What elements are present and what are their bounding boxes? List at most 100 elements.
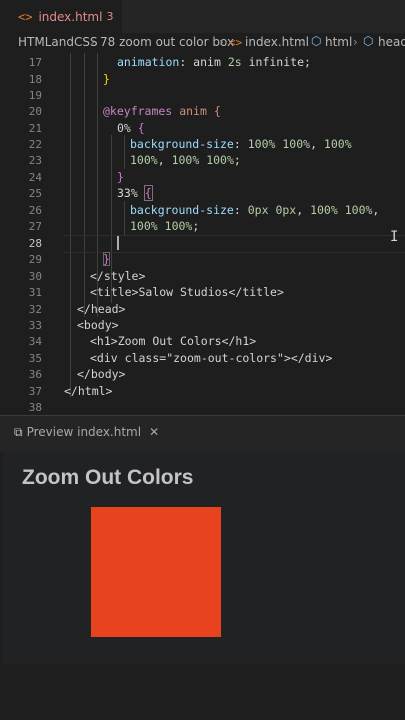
- current-line-highlight: [63, 235, 405, 253]
- line-number: 33: [28, 319, 42, 332]
- indent-guide: [84, 53, 85, 317]
- line-number: 36: [28, 368, 42, 381]
- tab-index-html[interactable]: <> index.html 3: [0, 0, 122, 33]
- css-brace: {: [137, 121, 145, 135]
- html-tag: </h1>: [221, 334, 257, 348]
- line-number: 37: [28, 385, 42, 398]
- line-number: 17: [28, 56, 42, 69]
- css-value: infinite: [248, 55, 304, 69]
- code-line-31: <title>Salow Studios</title>: [90, 285, 284, 299]
- code-line-24: }: [117, 170, 124, 184]
- code-line-33: <body>: [77, 318, 119, 332]
- breadcrumb: HTMLandCSS › 78 zoom out color box › <> …: [0, 33, 405, 53]
- css-value: 100%: [206, 153, 234, 167]
- preview-heading: Zoom Out Colors: [22, 466, 194, 489]
- editor-tab-bar: <> index.html 3: [0, 0, 405, 33]
- preview-icon: ⧉: [14, 425, 23, 439]
- code-line-23: 100%, 100% 100%;: [130, 153, 241, 167]
- css-selector: 33%: [117, 186, 138, 200]
- code-line-22: background-size: 100% 100%, 100%: [130, 137, 352, 151]
- css-property: background-size: [130, 137, 234, 151]
- line-number: 34: [28, 335, 42, 348]
- css-keyword: @keyframes: [103, 104, 173, 118]
- problem-count: 3: [106, 10, 114, 23]
- element-cube-icon: ⬡: [363, 34, 374, 48]
- css-value: 100%: [130, 153, 158, 167]
- html-tag: ></div>: [283, 351, 333, 365]
- css-value: 0px: [275, 203, 297, 217]
- line-number: 23: [28, 154, 42, 167]
- breadcrumb-file[interactable]: index.html: [245, 35, 309, 49]
- code-line-18: }: [103, 72, 110, 86]
- indent-guide: [124, 201, 125, 235]
- html-tag: <h1>: [90, 334, 118, 348]
- tab-filename: index.html: [38, 9, 103, 24]
- css-selector: 0%: [117, 121, 131, 135]
- line-number: 38: [28, 401, 42, 414]
- css-value: 100%: [130, 219, 158, 233]
- code-line-25: 33% {: [117, 185, 153, 201]
- line-number-active: 28: [28, 237, 42, 250]
- css-value: 100%: [344, 203, 373, 217]
- zoom-out-colors-box: [91, 507, 221, 637]
- line-number: 35: [28, 352, 42, 365]
- tab-preview[interactable]: ⧉ Preview index.html ✕: [14, 425, 159, 440]
- indent-guide: [70, 53, 71, 397]
- css-value: 100%: [164, 219, 193, 233]
- css-value: 100%: [310, 203, 338, 217]
- code-line-20: @keyframes anim {: [103, 104, 221, 118]
- css-property: background-size: [130, 203, 234, 217]
- html-tag: <div: [90, 351, 118, 365]
- code-line-29: }: [103, 252, 110, 266]
- line-number: 20: [28, 105, 42, 118]
- breadcrumb-separator: ›: [90, 35, 95, 49]
- breadcrumb-html[interactable]: html: [325, 35, 352, 49]
- css-value: 100%: [282, 137, 311, 151]
- css-value: anim: [193, 55, 221, 69]
- breadcrumb-head[interactable]: head: [378, 35, 405, 49]
- line-number: 30: [28, 270, 42, 283]
- line-number: 24: [28, 171, 42, 184]
- code-line-26: background-size: 0px 0px, 100% 100%,: [130, 203, 380, 217]
- code-editor[interactable]: 17 animation: anim 2s infinite; 18 } 19 …: [0, 53, 405, 415]
- css-value: anim: [179, 104, 207, 118]
- css-brace: {: [143, 185, 153, 201]
- html-tag: </title>: [228, 285, 284, 299]
- breadcrumb-separator: ›: [353, 35, 358, 49]
- code-line-17: animation: anim 2s infinite;: [117, 55, 311, 69]
- ibeam-cursor-icon: I: [390, 229, 399, 245]
- css-value: 100%: [247, 137, 276, 151]
- breadcrumb-root[interactable]: HTMLandCSS: [18, 35, 98, 49]
- line-number: 29: [28, 253, 42, 266]
- css-value: 100%: [323, 137, 352, 151]
- text-cursor: [117, 236, 119, 250]
- css-value: 2s: [227, 55, 242, 69]
- breadcrumb-separator: ›: [301, 35, 306, 49]
- preview-tab-label: Preview index.html: [26, 425, 142, 439]
- breadcrumb-folder[interactable]: 78 zoom out color box: [100, 35, 234, 49]
- preview-pane: Zoom Out Colors: [3, 451, 405, 664]
- code-line-21: 0% {: [117, 121, 145, 135]
- html-file-icon: <>: [18, 9, 33, 24]
- code-line-32: </head>: [77, 302, 126, 316]
- line-number: 19: [28, 89, 42, 102]
- line-number: 31: [28, 286, 42, 299]
- line-number: 25: [28, 187, 42, 200]
- line-number: 21: [28, 122, 42, 135]
- code-line-35: <div class="zoom-out-colors"></div>: [90, 351, 333, 365]
- html-file-icon: <>: [229, 36, 243, 49]
- line-number: 27: [28, 220, 42, 233]
- html-text: Salow Studios: [138, 285, 229, 299]
- close-icon[interactable]: ✕: [149, 425, 159, 439]
- css-value: 0px: [247, 203, 269, 217]
- html-tag: <title>: [90, 285, 139, 299]
- code-line-36: </body>: [77, 367, 126, 381]
- indent-guide: [124, 135, 125, 169]
- html-attr: class: [124, 351, 160, 365]
- code-line-30: </style>: [90, 269, 146, 283]
- html-text: Zoom Out Colors: [117, 334, 222, 348]
- line-number: 18: [28, 73, 42, 86]
- code-line-34: <h1>Zoom Out Colors</h1>: [90, 334, 256, 348]
- element-cube-icon: ⬡: [311, 34, 322, 48]
- css-value: 100%: [171, 153, 200, 167]
